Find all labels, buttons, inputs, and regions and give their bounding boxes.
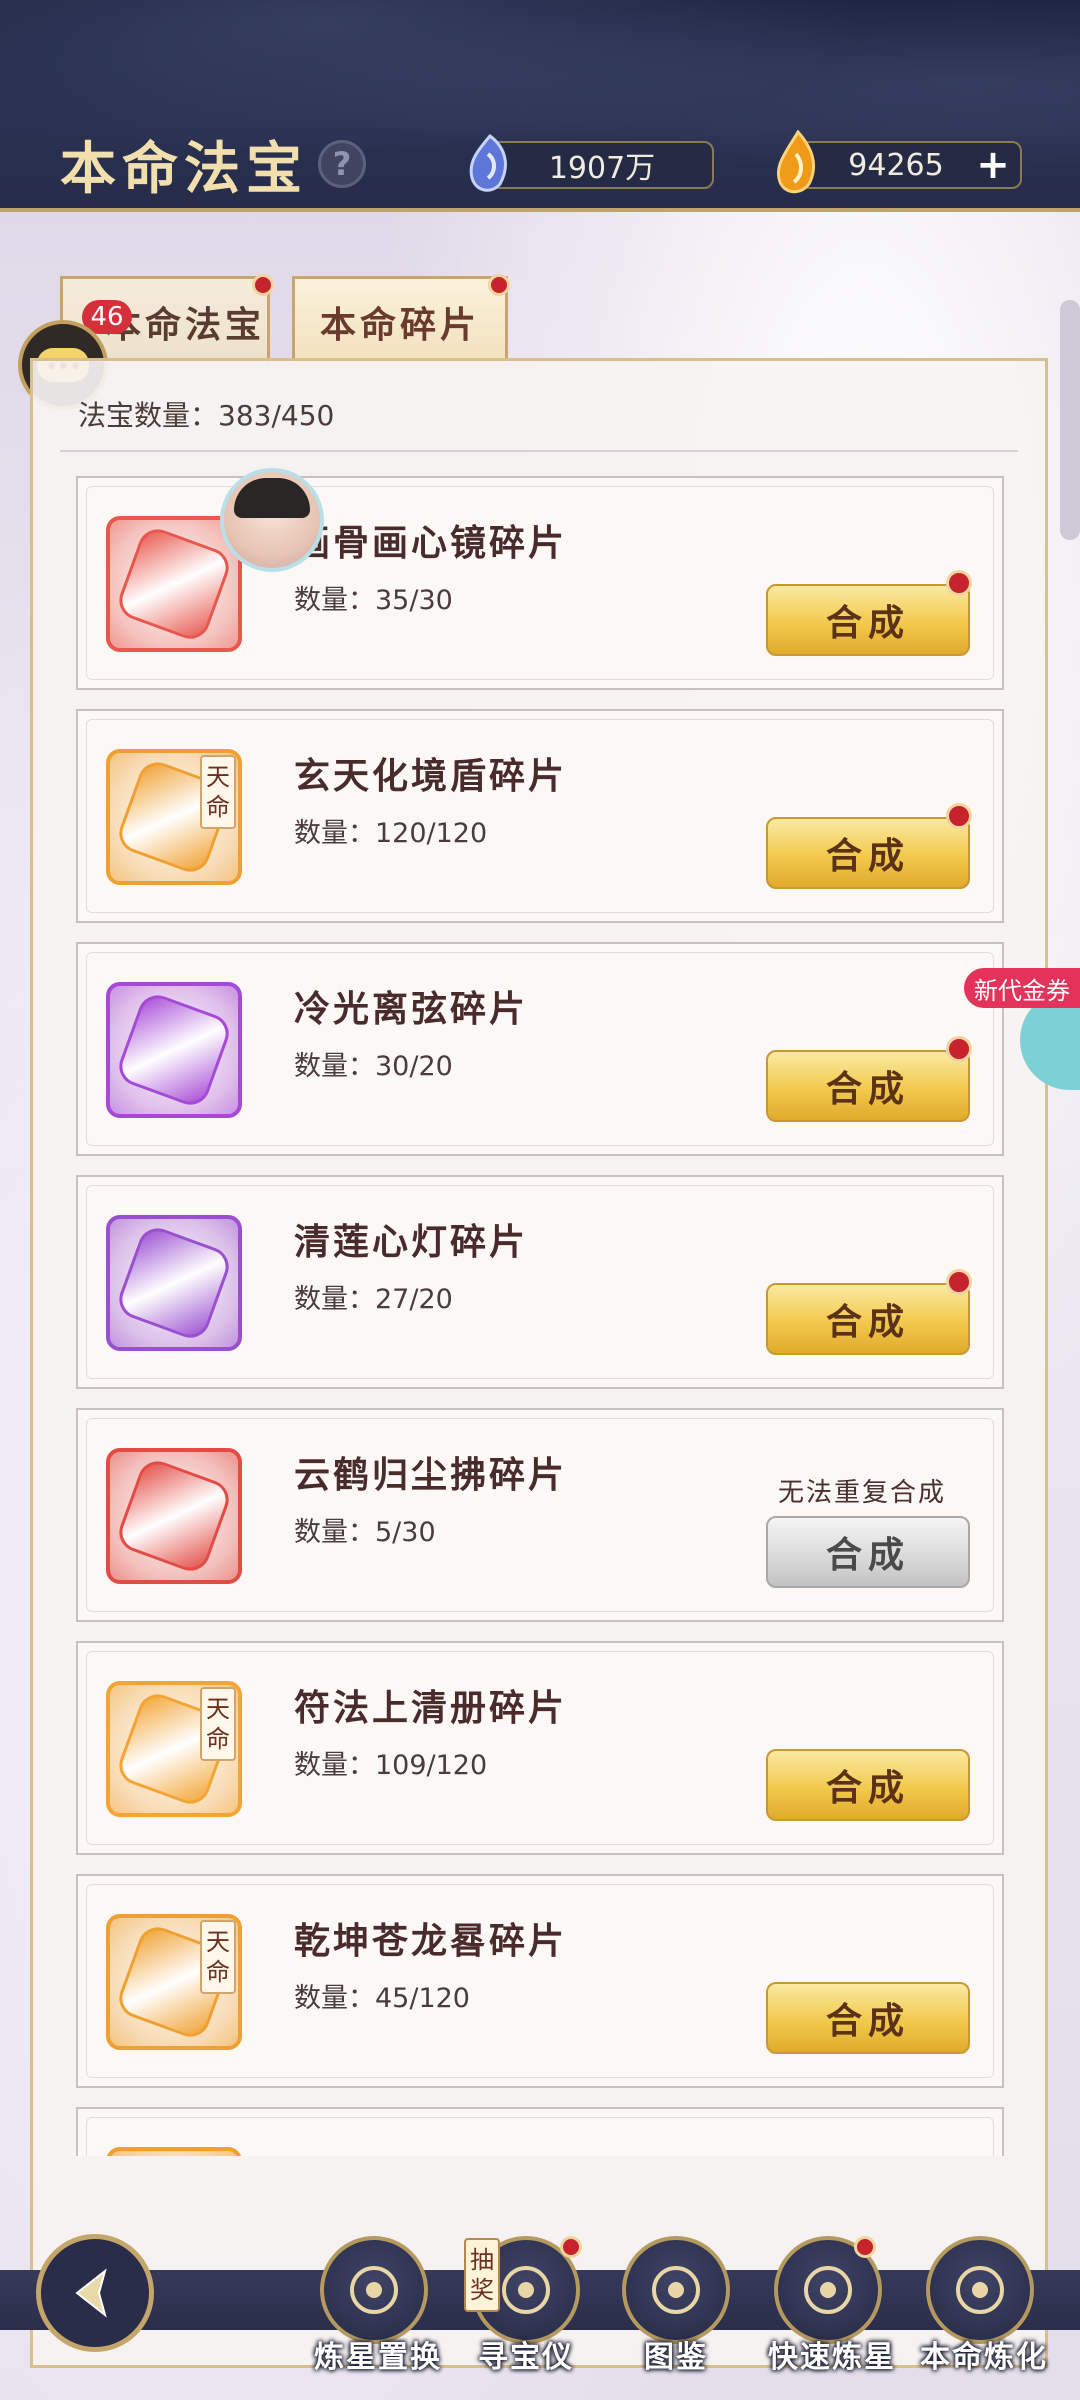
merge-button[interactable]: 合成 — [766, 1982, 970, 2054]
nav-label: 快速炼星 — [768, 2340, 896, 2375]
nav-button-codex[interactable] — [622, 2236, 730, 2344]
fragment-quantity: 数量：27/20 — [294, 1284, 453, 1315]
nav-button-swap-star[interactable] — [320, 2236, 428, 2344]
back-button[interactable] — [36, 2234, 154, 2352]
fragment-icon[interactable] — [106, 1448, 242, 1584]
tianming-char: 天 — [206, 763, 230, 791]
lottery-tag: 抽 奖 — [464, 2238, 500, 2312]
scrollbar[interactable] — [1060, 300, 1080, 540]
fragment-quantity: 数量：30/20 — [294, 1051, 453, 1082]
new-voucher-badge[interactable]: 新代金券 — [964, 968, 1080, 1008]
back-arrow-icon — [75, 2268, 107, 2318]
fragment-name: 画骨画心镜碎片 — [294, 522, 568, 564]
tianming-tag: 天命 — [200, 1920, 236, 1994]
fragment-quantity: 数量：45/120 — [294, 1983, 470, 2014]
merge-button[interactable]: 合成 — [766, 1283, 970, 1355]
tianming-char: 天 — [206, 1928, 230, 1956]
fragment-quantity: 数量：120/120 — [294, 818, 488, 849]
fragment-icon[interactable] — [106, 2147, 242, 2156]
tianming-tag: 天命 — [200, 755, 236, 829]
fragment-card[interactable]: 云鹤归尘拂碎片数量：5/30 无法重复合成合成 — [76, 1408, 1004, 1622]
fragment-quantity: 数量：35/30 — [294, 585, 453, 616]
nav-button-refine[interactable] — [926, 2236, 1034, 2344]
merge-button[interactable]: 合成 — [766, 1749, 970, 1821]
fragment-gem-image — [113, 523, 235, 645]
fragment-card[interactable]: 清莲心灯碎片数量：27/20 合成 — [76, 1175, 1004, 1389]
notification-dot — [946, 570, 972, 596]
fragment-icon[interactable] — [106, 516, 242, 652]
nav-label: 本命炼化 — [920, 2340, 1048, 2375]
quick-refine-icon — [804, 2266, 852, 2314]
merge-button[interactable]: 合成 — [766, 584, 970, 656]
fragment-name: 云鹤归尘拂碎片 — [294, 1454, 568, 1496]
fragment-card[interactable]: 天命 玄天化境盾碎片数量：120/120 合成 — [76, 709, 1004, 923]
fragment-icon[interactable] — [106, 982, 242, 1118]
nav-label: 图鉴 — [644, 2340, 708, 2375]
fragment-list[interactable]: 画骨画心镜碎片 数量：35/30 合成天命玄天化境盾碎片 数量：120/120 合成 冷光… — [0, 0, 1080, 2156]
fragment-card[interactable]: 冷光离弦碎片数量：30/20 合成 — [76, 942, 1004, 1156]
fragment-card[interactable]: 天命 乾坤苍龙晷碎片数量：45/120 合成 — [76, 1874, 1004, 2088]
tianming-char: 命 — [206, 793, 230, 821]
fragment-icon[interactable]: 天命 — [106, 1681, 242, 1817]
fragment-name: 符法上清册碎片 — [294, 1687, 568, 1729]
nav-label: 寻宝仪 — [478, 2340, 574, 2375]
fragment-name: 乾坤苍龙晷碎片 — [294, 1920, 568, 1962]
merge-button[interactable]: 合成 — [766, 817, 970, 889]
lottery-tag-char: 抽 — [470, 2246, 494, 2274]
tianming-char: 命 — [206, 1725, 230, 1753]
notification-dot — [560, 2236, 582, 2258]
avatar[interactable] — [220, 468, 324, 572]
notification-dot — [946, 1269, 972, 1295]
fragment-gem-image — [113, 1222, 235, 1344]
fragment-card[interactable] — [76, 2107, 1004, 2156]
fragment-card[interactable]: 天命 符法上清册碎片数量：109/120 合成 — [76, 1641, 1004, 1855]
tianming-char: 天 — [206, 1695, 230, 1723]
fragment-icon[interactable]: 天命 — [106, 1914, 242, 2050]
tianming-char: 命 — [206, 1958, 230, 1986]
treasure-finder-icon — [502, 2266, 550, 2314]
swap-star-icon — [350, 2266, 398, 2314]
fragment-icon[interactable] — [106, 1215, 242, 1351]
notification-dot — [946, 803, 972, 829]
notification-dot — [854, 2236, 876, 2258]
fragment-icon[interactable]: 天命 — [106, 749, 242, 885]
codex-scroll-icon — [652, 2266, 700, 2314]
fragment-quantity: 数量：109/120 — [294, 1750, 488, 1781]
fragment-card[interactable]: 画骨画心镜碎片数量：35/30 合成 — [76, 476, 1004, 690]
fragment-quantity: 数量：5/30 — [294, 1517, 436, 1548]
fragment-gem-image — [113, 1455, 235, 1577]
merge-button[interactable]: 合成 — [766, 1516, 970, 1588]
fragment-name: 冷光离弦碎片 — [294, 988, 529, 1030]
fragment-name: 清莲心灯碎片 — [294, 1221, 529, 1263]
lottery-tag-char: 奖 — [470, 2276, 494, 2304]
avatar-hair — [234, 478, 310, 518]
fragment-gem-image — [113, 989, 235, 1111]
cannot-repeat-note: 无法重复合成 — [778, 1478, 947, 1508]
fragment-name: 玄天化境盾碎片 — [294, 755, 568, 797]
nav-label: 炼星置换 — [314, 2340, 442, 2375]
refine-cauldron-icon — [956, 2266, 1004, 2314]
fragment-gem-image — [113, 2154, 235, 2156]
notification-dot — [946, 1036, 972, 1062]
tianming-tag: 天命 — [200, 1687, 236, 1761]
merge-button[interactable]: 合成 — [766, 1050, 970, 1122]
